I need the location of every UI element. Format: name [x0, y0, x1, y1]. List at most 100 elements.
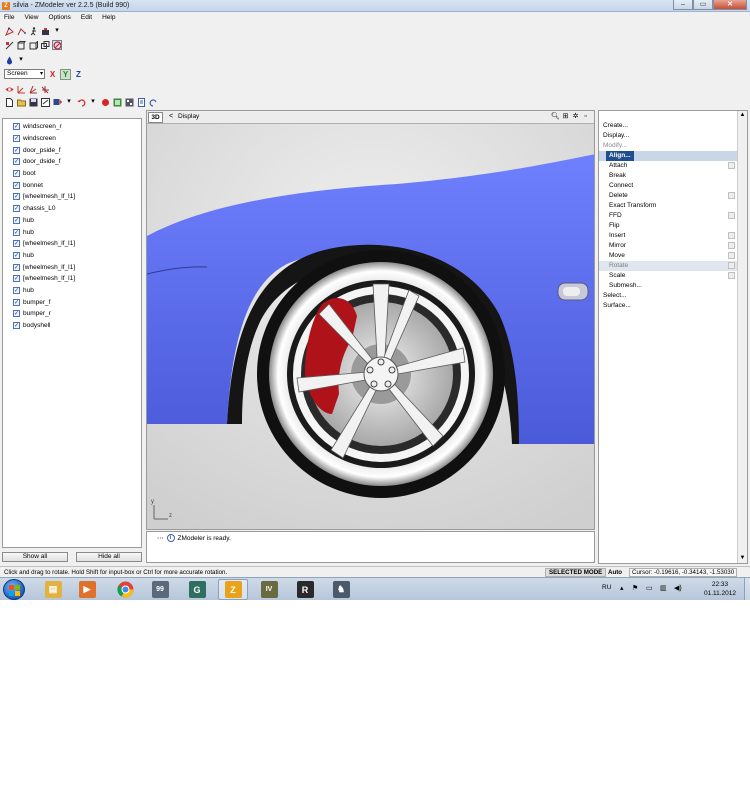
option-marker-icon[interactable] — [728, 232, 735, 239]
clock[interactable]: 22:33 01.11.2012 — [698, 580, 742, 598]
object-row[interactable]: ✓ [wheelmesh_lf_l1] — [3, 191, 141, 203]
eye-icon[interactable] — [4, 84, 14, 94]
hide-all-button[interactable]: Hide all — [76, 552, 142, 562]
object-row[interactable]: ✓ bodyshell — [3, 320, 141, 332]
display-menu[interactable]: Display — [178, 113, 199, 120]
command-rotate[interactable]: Rotate — [599, 261, 737, 271]
visibility-checkbox[interactable]: ✓ — [13, 228, 20, 236]
menu-file[interactable]: File — [4, 14, 14, 21]
visibility-checkbox[interactable]: ✓ — [13, 240, 20, 248]
settings-icon[interactable]: ✲ — [571, 112, 580, 122]
option-marker-icon[interactable] — [728, 242, 735, 249]
command-flip[interactable]: Flip — [599, 221, 737, 231]
option-marker-icon[interactable] — [728, 162, 735, 169]
object-row[interactable]: ✓ door_pside_f — [3, 144, 141, 156]
visibility-checkbox[interactable]: ✓ — [13, 298, 20, 306]
taskbar-explorer[interactable]: ▤ — [38, 579, 68, 600]
save-icon[interactable] — [28, 97, 38, 107]
object-row[interactable]: ✓ bumper_f — [3, 296, 141, 308]
object-row[interactable]: ✓ door_dside_f — [3, 156, 141, 168]
coordinate-system-select[interactable]: Screen — [4, 69, 45, 79]
axis-gizmo-2-icon[interactable] — [28, 84, 38, 94]
command-connect[interactable]: Connect — [599, 181, 737, 191]
monitor-tray-icon[interactable]: ▭ — [646, 584, 653, 592]
selection-mode-indicator[interactable]: SELECTED MODE — [545, 568, 607, 577]
visibility-checkbox[interactable]: ✓ — [13, 146, 20, 154]
command-scale[interactable]: Scale — [599, 271, 737, 281]
taskbar-chrome[interactable] — [110, 579, 140, 600]
box-icon[interactable] — [16, 40, 26, 50]
object-row[interactable]: ✓ hub — [3, 285, 141, 297]
visibility-checkbox[interactable]: ✓ — [13, 123, 20, 131]
record-icon[interactable] — [100, 97, 110, 107]
command-display[interactable]: Display... — [599, 131, 737, 141]
select-vertex-icon[interactable] — [4, 26, 14, 36]
restore-icon[interactable]: ▫ — [581, 112, 590, 122]
taskbar-rockstar[interactable]: R — [290, 579, 320, 600]
texture-icon[interactable] — [124, 97, 134, 107]
command-mirror[interactable]: Mirror — [599, 241, 737, 251]
camera-icon[interactable] — [40, 26, 50, 36]
visibility-checkbox[interactable]: ✓ — [13, 263, 20, 271]
option-marker-icon[interactable] — [728, 272, 735, 279]
object-row[interactable]: ✓ [wheelmesh_lf_l1] — [3, 273, 141, 285]
frame-icon[interactable]: ⊞ — [561, 112, 570, 122]
command-modify[interactable]: Modify... — [599, 141, 737, 151]
command-align[interactable]: Align... — [599, 151, 737, 161]
command-insert[interactable]: Insert — [599, 231, 737, 241]
undo-icon[interactable] — [76, 97, 86, 107]
new-file-icon[interactable] — [4, 97, 14, 107]
command-exact-transform[interactable]: Exact Transform — [599, 201, 737, 211]
command-delete[interactable]: Delete — [599, 191, 737, 201]
visibility-checkbox[interactable]: ✓ — [13, 275, 20, 283]
menu-view[interactable]: View — [24, 14, 38, 21]
taskbar-zmodeler[interactable]: Z — [218, 579, 248, 600]
axis-x-toggle[interactable]: X — [47, 69, 58, 80]
start-button[interactable] — [3, 579, 25, 600]
object-row[interactable]: ✓ windscreen — [3, 133, 141, 145]
export-icon[interactable] — [52, 97, 62, 107]
flag-icon[interactable]: ⚑ — [632, 584, 638, 592]
command-surface[interactable]: Surface... — [599, 301, 737, 311]
maximize-button[interactable]: ▭ — [693, 0, 713, 10]
redo-icon[interactable] — [148, 97, 158, 107]
visibility-checkbox[interactable]: ✓ — [13, 205, 20, 213]
object-row[interactable]: ✓ chassis_L0 — [3, 203, 141, 215]
minimize-button[interactable]: – — [673, 0, 693, 10]
cube-icon[interactable] — [28, 40, 38, 50]
auto-indicator[interactable]: Auto — [608, 569, 622, 576]
visibility-checkbox[interactable]: ✓ — [13, 158, 20, 166]
clone-icon[interactable] — [40, 40, 50, 50]
command-break[interactable]: Break — [599, 171, 737, 181]
show-hidden-icons-icon[interactable]: ▴ — [620, 584, 624, 592]
visibility-checkbox[interactable]: ✓ — [13, 216, 20, 224]
taskbar-media-player[interactable]: ▶ — [72, 579, 102, 600]
taskbar-app-figure[interactable]: ♞ — [326, 579, 356, 600]
visibility-checkbox[interactable]: ✓ — [13, 310, 20, 318]
open-folder-icon[interactable] — [16, 97, 26, 107]
axis-z-toggle[interactable]: Z — [73, 69, 84, 80]
visibility-checkbox[interactable]: ✓ — [13, 170, 20, 178]
save-as-icon[interactable] — [40, 97, 50, 107]
visibility-checkbox[interactable]: ✓ — [13, 322, 20, 330]
object-row[interactable]: ✓ hub — [3, 226, 141, 238]
walk-icon[interactable] — [28, 26, 38, 36]
option-marker-icon[interactable] — [728, 212, 735, 219]
command-create[interactable]: Create... — [599, 121, 737, 131]
object-row[interactable]: ✓ bonnet — [3, 179, 141, 191]
object-row[interactable]: ✓ hub — [3, 215, 141, 227]
scroll-down-icon[interactable]: ▼ — [738, 554, 747, 563]
object-row[interactable]: ✓ bumper_r — [3, 308, 141, 320]
close-button[interactable]: ✕ — [713, 0, 747, 10]
scale-tool-icon[interactable] — [4, 40, 14, 50]
option-marker-icon[interactable] — [728, 192, 735, 199]
select-edge-icon[interactable] — [16, 26, 26, 36]
command-ffd[interactable]: FFD — [599, 211, 737, 221]
command-move[interactable]: Move — [599, 251, 737, 261]
chevron-left-icon[interactable]: < — [169, 113, 173, 120]
3d-viewport[interactable]: 3D < Display 🔍︎ ⊞ ✲ ▫ y z — [146, 110, 595, 530]
object-row[interactable]: ✓ windscreen_r — [3, 121, 141, 133]
axis-y-toggle[interactable]: Y — [60, 68, 71, 80]
command-attach[interactable]: Attach — [599, 161, 737, 171]
material-editor-icon[interactable] — [112, 97, 122, 107]
